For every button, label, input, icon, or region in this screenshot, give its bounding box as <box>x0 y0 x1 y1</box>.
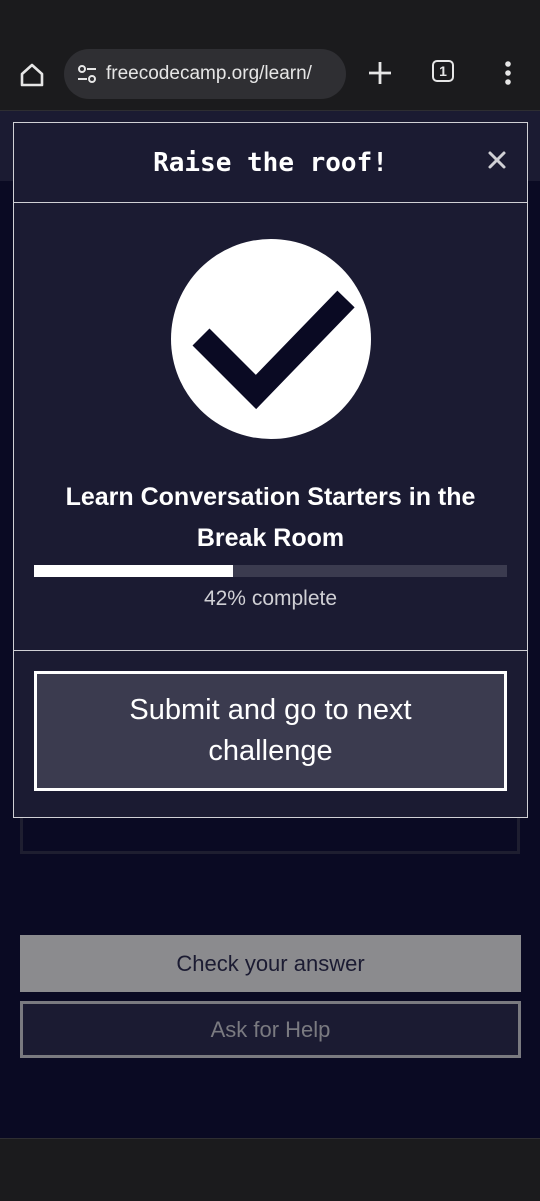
progress-bar <box>34 565 507 577</box>
plus-icon[interactable] <box>364 57 396 89</box>
progress-text: 42% complete <box>203 587 338 610</box>
check-answer-label: Check your answer <box>176 950 365 976</box>
home-button[interactable] <box>14 57 50 93</box>
checkmark-icon <box>192 290 355 410</box>
close-icon[interactable] <box>484 147 510 173</box>
status-bar <box>0 0 540 40</box>
system-nav-bar <box>0 1138 540 1201</box>
ask-for-help-label: Ask for Help <box>210 1016 331 1042</box>
home-icon <box>20 63 44 87</box>
completion-modal: Raise the roof! Learn Conversation Start… <box>13 122 528 818</box>
block-title: Learn Conversation Starters in the Break… <box>65 483 476 552</box>
kebab-menu-icon[interactable] <box>496 57 520 89</box>
success-badge <box>171 239 371 439</box>
modal-title: Raise the roof! <box>153 148 388 178</box>
tab-switcher-icon[interactable]: 1 <box>432 60 454 82</box>
address-bar[interactable]: freecodecamp.org/learn/ <box>64 49 346 99</box>
check-answer-button[interactable]: Check your answer <box>20 935 521 992</box>
url-text: freecodecamp.org/learn/ <box>106 63 312 84</box>
browser-toolbar: freecodecamp.org/learn/ 1 <box>0 40 540 111</box>
modal-header: Raise the roof! <box>14 123 527 203</box>
tab-count: 1 <box>439 63 447 79</box>
modal-divider <box>14 650 527 651</box>
submit-next-label: Submit and go to next challenge <box>129 694 412 767</box>
submit-next-button[interactable]: Submit and go to next challenge <box>34 671 507 791</box>
site-settings-icon[interactable] <box>76 63 98 85</box>
progress-fill <box>34 565 233 577</box>
ask-for-help-button[interactable]: Ask for Help <box>20 1001 521 1058</box>
